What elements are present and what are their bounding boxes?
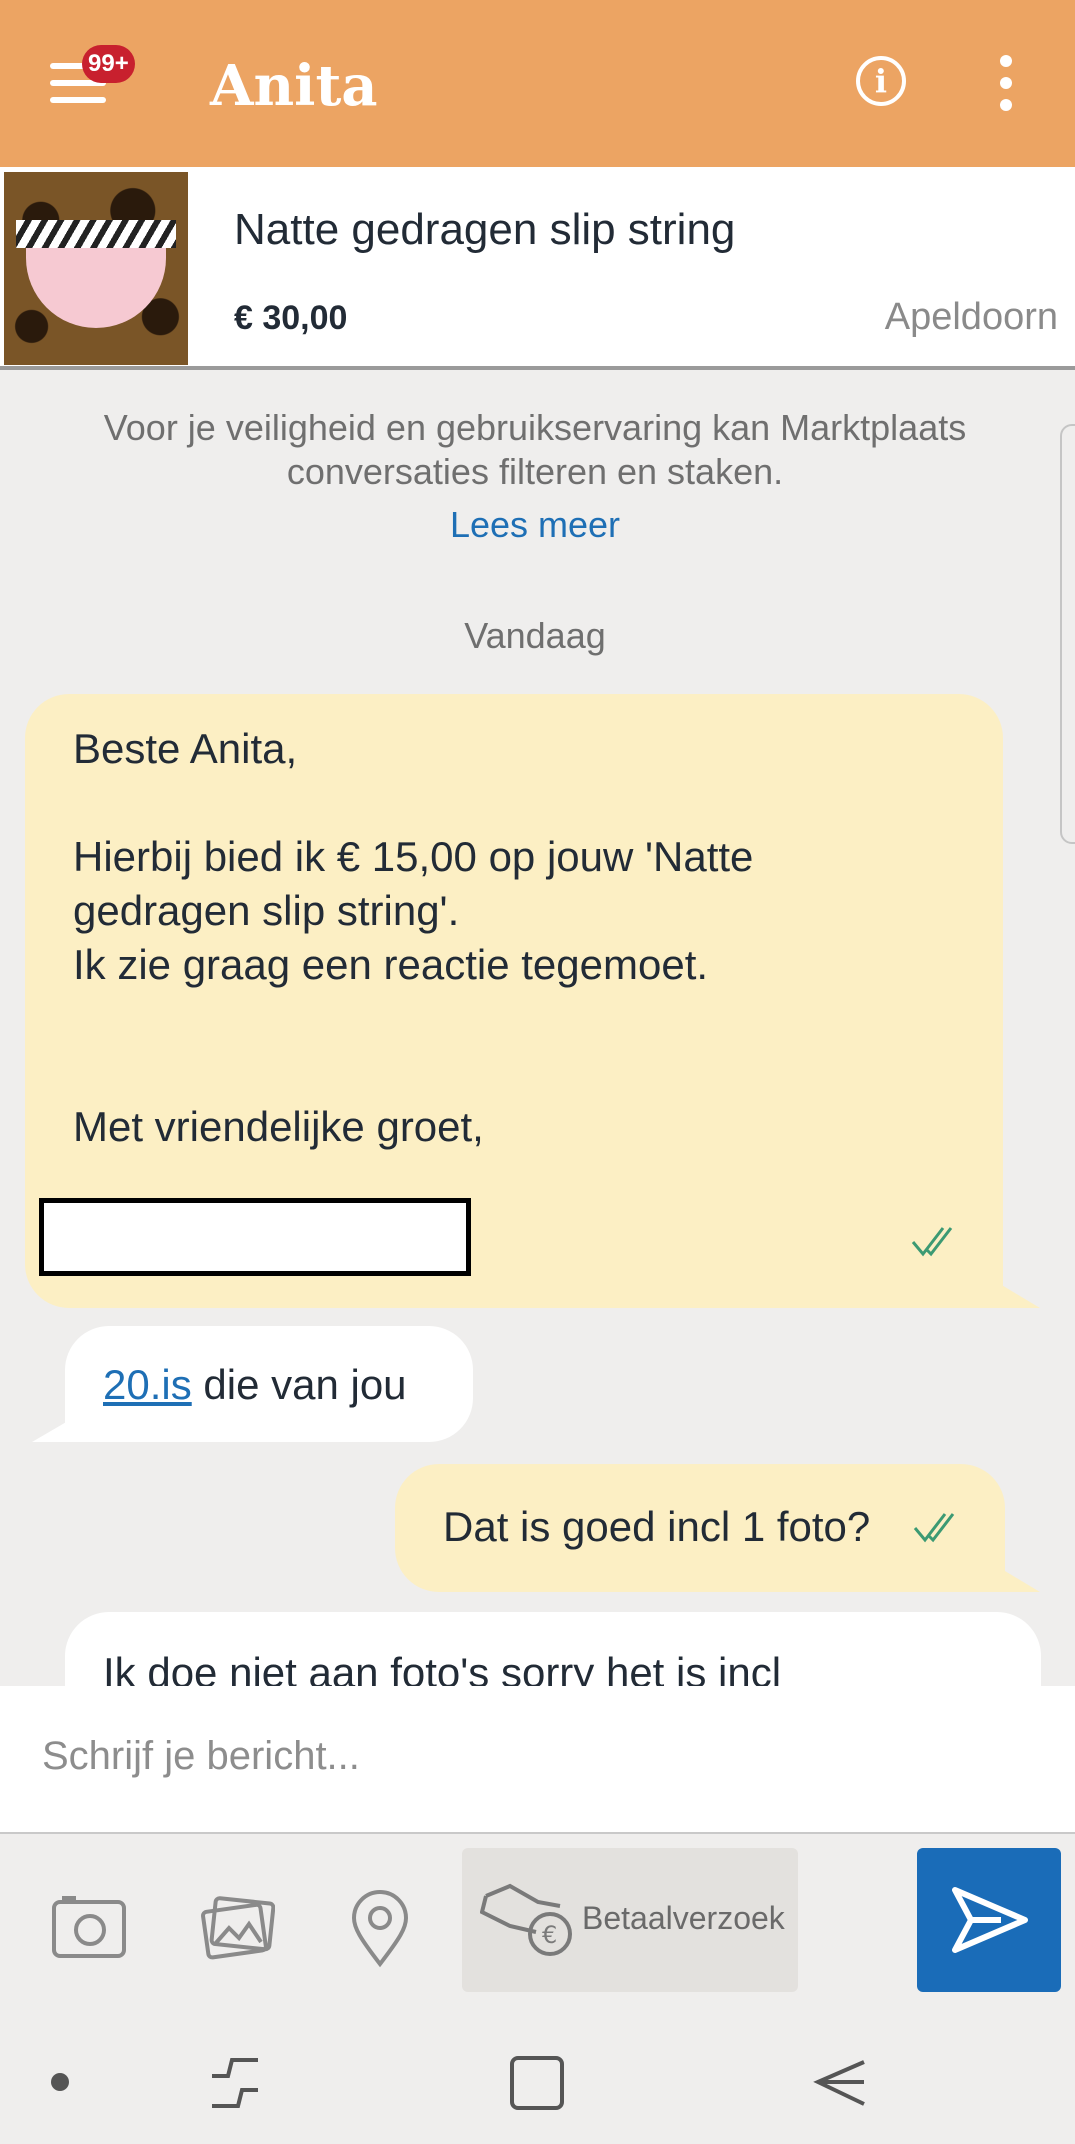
camera-icon[interactable] bbox=[50, 1888, 130, 1968]
attachment-toolbar: € Betaalverzoek bbox=[0, 1834, 1075, 2008]
listing-title: Natte gedragen slip string bbox=[234, 205, 736, 254]
message-composer bbox=[0, 1686, 1075, 1834]
message-input[interactable] bbox=[42, 1734, 1022, 1779]
more-vertical-icon[interactable] bbox=[990, 55, 1024, 111]
send-icon bbox=[952, 1887, 1028, 1953]
app-bar: 99+ Anita i bbox=[0, 0, 1075, 167]
message-text: Beste Anita, Hierbij bied ik € 15,00 op … bbox=[73, 725, 754, 1150]
send-button[interactable] bbox=[917, 1848, 1061, 1992]
nav-dot-icon[interactable] bbox=[50, 2072, 70, 2092]
system-nav-bar bbox=[0, 2008, 1075, 2144]
day-separator: Vandaag bbox=[464, 615, 606, 656]
listing-thumbnail bbox=[4, 172, 188, 365]
double-check-icon bbox=[913, 1513, 955, 1543]
redacted-signature bbox=[39, 1198, 471, 1276]
gallery-icon[interactable] bbox=[195, 1888, 275, 1968]
listing-price: € 30,00 bbox=[234, 299, 348, 337]
message-link[interactable]: 20.is bbox=[103, 1361, 192, 1408]
payment-request-label: Betaalverzoek bbox=[582, 1900, 785, 1936]
info-icon[interactable]: i bbox=[856, 56, 906, 106]
message-bubble-incoming[interactable]: Ik doe niet aan foto's sorry het is incl bbox=[65, 1612, 1041, 1686]
recent-apps-icon[interactable] bbox=[208, 2056, 262, 2110]
location-pin-icon[interactable] bbox=[340, 1888, 420, 1968]
double-check-icon bbox=[911, 1227, 953, 1257]
back-icon[interactable] bbox=[812, 2058, 868, 2108]
svg-text:€: € bbox=[542, 1921, 557, 1949]
hand-money-icon: € bbox=[480, 1883, 572, 1956]
message-bubble-incoming[interactable]: 20.is die van jou bbox=[65, 1326, 473, 1442]
message-bubble-outgoing[interactable]: Dat is goed incl 1 foto? bbox=[395, 1464, 1005, 1592]
safety-notice: Voor je veiligheid en gebruikservaring k… bbox=[103, 407, 967, 492]
home-icon[interactable] bbox=[508, 2054, 566, 2112]
message-text: 20.is die van jou bbox=[103, 1361, 407, 1408]
chat-area[interactable]: Voor je veiligheid en gebruikservaring k… bbox=[0, 374, 1075, 1686]
notification-badge: 99+ bbox=[82, 45, 135, 83]
message-text: Dat is goed incl 1 foto? bbox=[443, 1503, 871, 1550]
contact-name: Anita bbox=[210, 53, 378, 119]
message-text: Ik doe niet aan foto's sorry het is incl bbox=[103, 1649, 782, 1686]
read-more-link[interactable]: Lees meer bbox=[0, 501, 1070, 549]
payment-request-button[interactable]: € Betaalverzoek bbox=[462, 1848, 798, 1992]
message-bubble-outgoing[interactable]: Beste Anita, Hierbij bied ik € 15,00 op … bbox=[25, 694, 1003, 1308]
listing-location: Apeldoorn bbox=[884, 296, 1058, 338]
